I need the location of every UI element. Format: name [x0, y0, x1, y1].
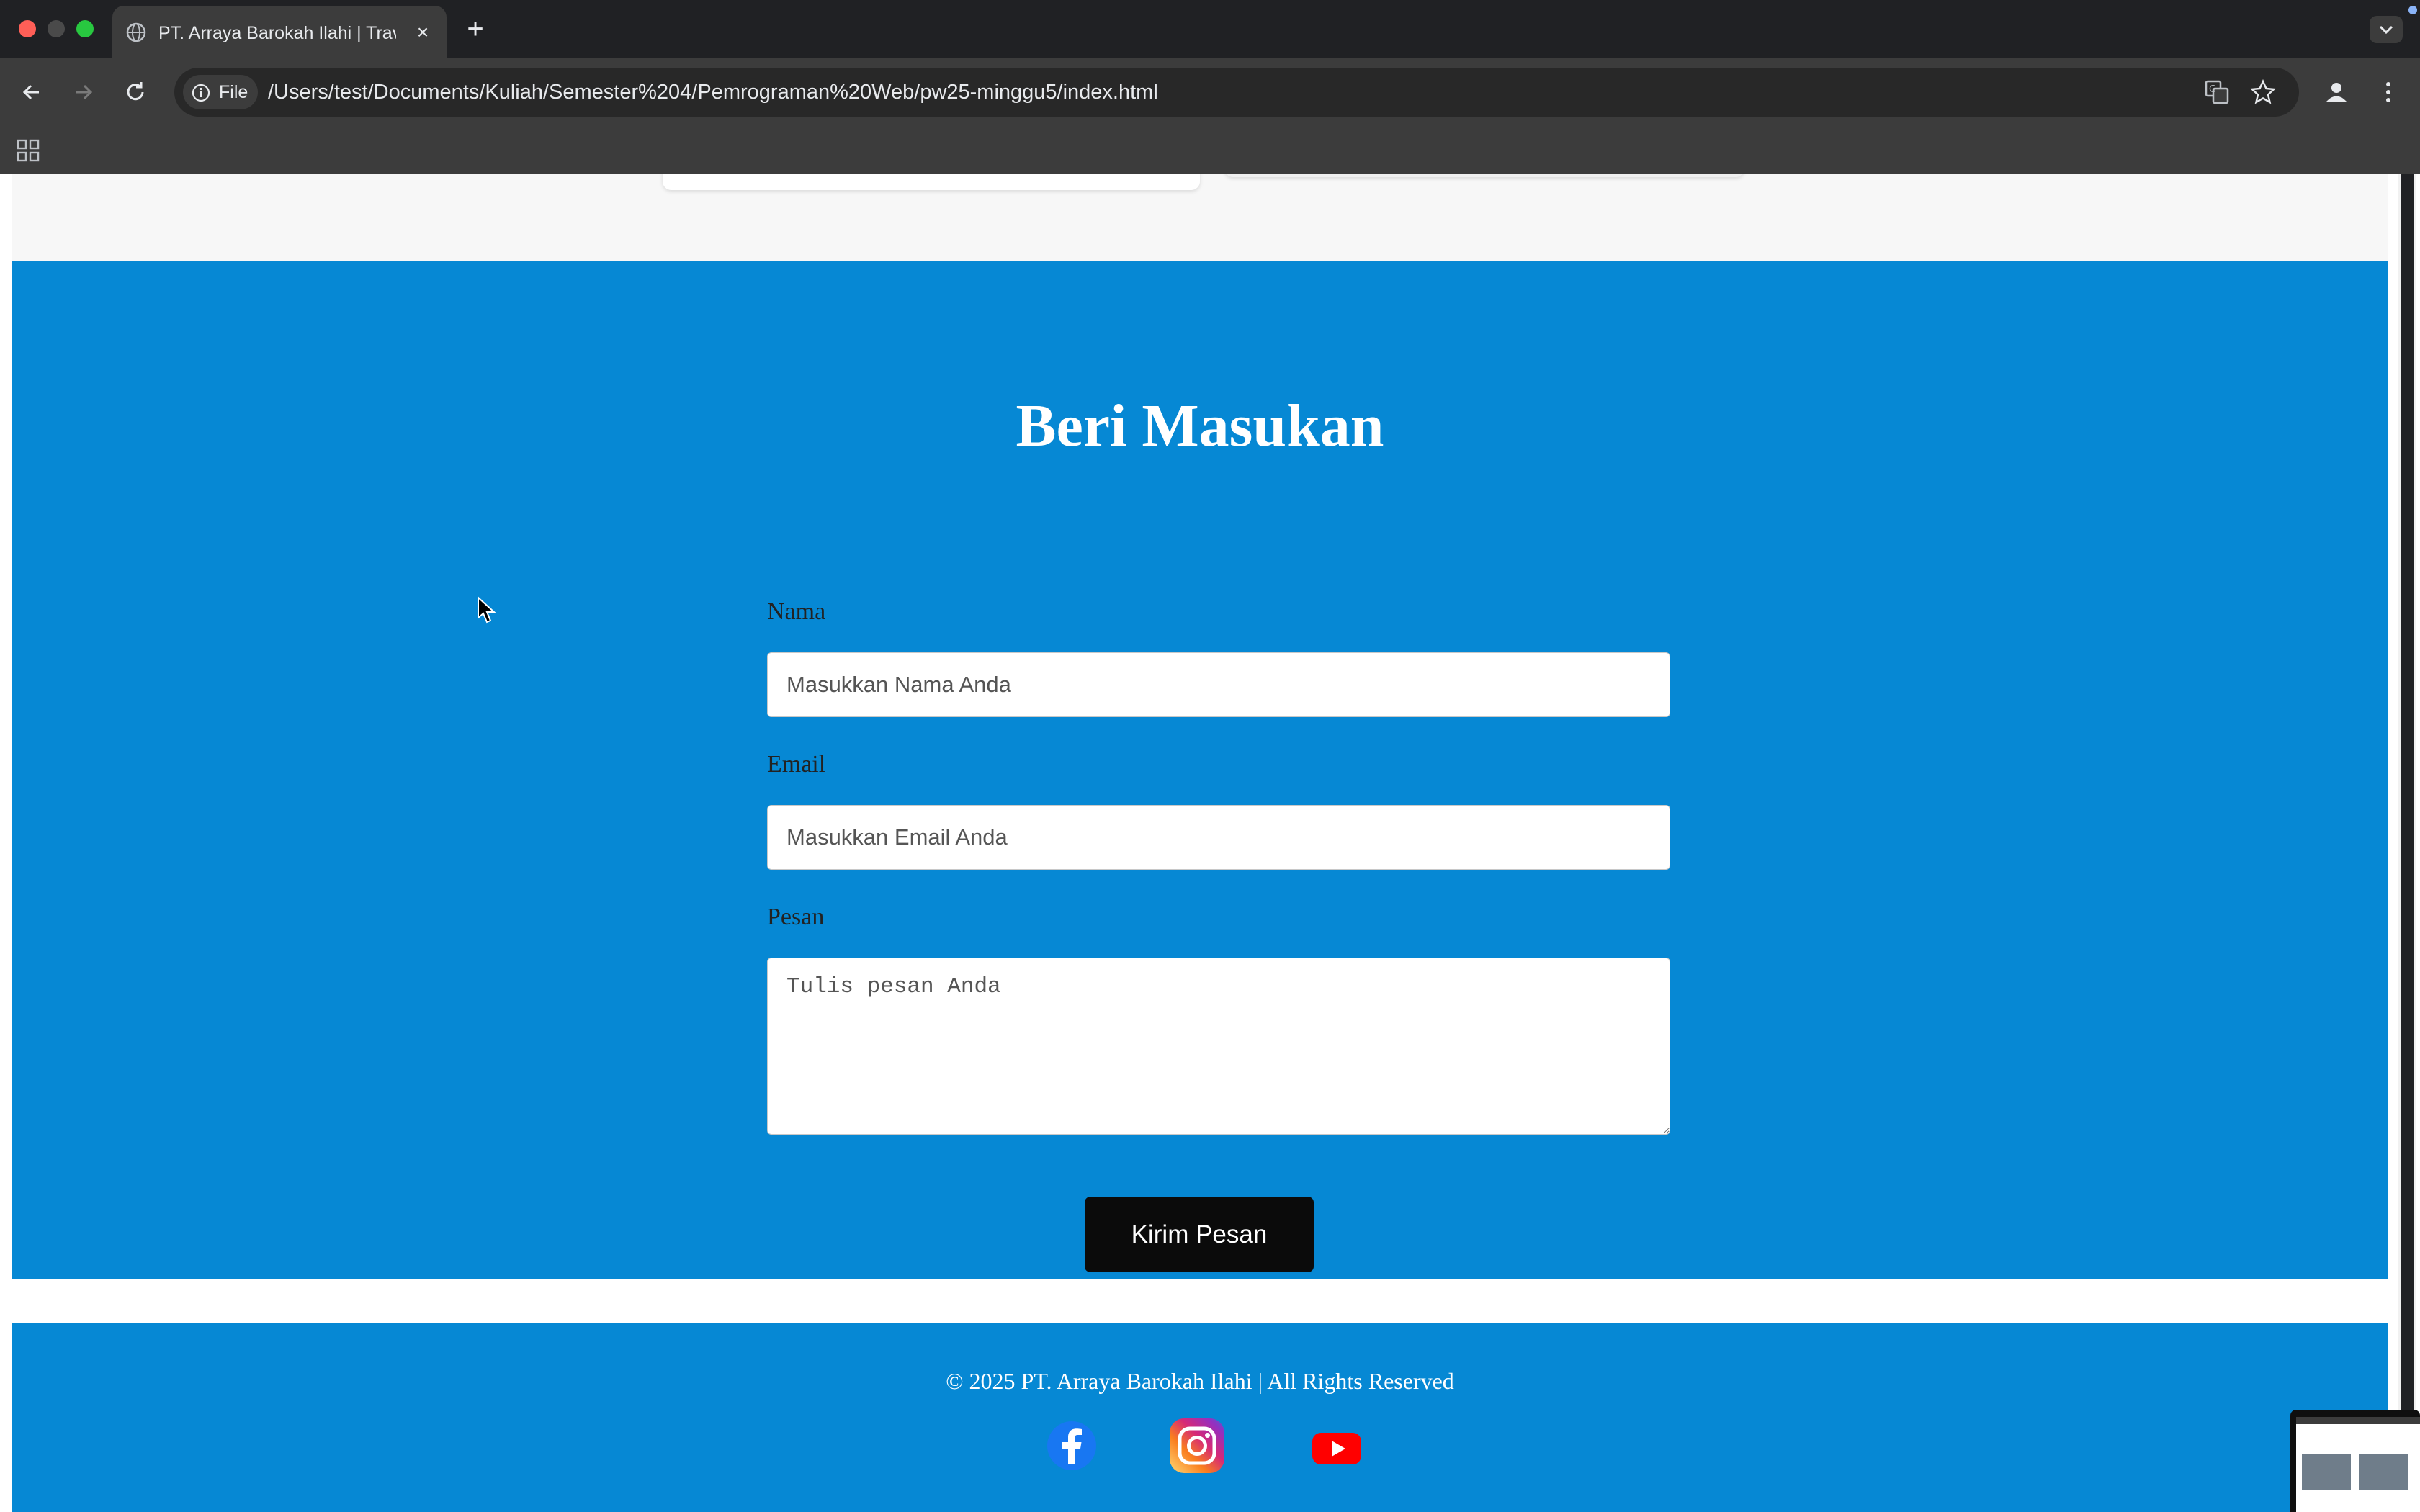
- tab-close-icon[interactable]: ×: [411, 20, 435, 45]
- youtube-icon[interactable]: [1308, 1417, 1366, 1475]
- facebook-icon[interactable]: [1043, 1417, 1101, 1475]
- apps-icon[interactable]: [16, 138, 40, 163]
- feedback-section: Beri Masukan Nama Email Pesan Kirim Pesa…: [12, 261, 2388, 1279]
- info-icon: [192, 84, 210, 102]
- notification-dot: [2408, 6, 2417, 14]
- message-textarea[interactable]: [767, 958, 1670, 1135]
- minimize-window-button[interactable]: [48, 20, 65, 37]
- email-label: Email: [767, 751, 826, 778]
- svg-text:G: G: [2209, 84, 2216, 95]
- url-text[interactable]: /Users/test/Documents/Kuliah/Semester%20…: [268, 68, 1158, 117]
- scrollbar-thumb[interactable]: [2401, 174, 2414, 1512]
- copyright-text: © 2025 PT. Arraya Barokah Ilahi | All Ri…: [946, 1368, 1454, 1394]
- close-window-button[interactable]: [19, 20, 36, 37]
- zoom-window-button[interactable]: [76, 20, 94, 37]
- tab-search-button[interactable]: [2370, 16, 2403, 43]
- instagram-icon[interactable]: [1168, 1417, 1226, 1475]
- profile-icon[interactable]: [2322, 78, 2351, 107]
- name-label: Nama: [767, 598, 826, 625]
- site-info-chip[interactable]: File: [183, 75, 258, 109]
- message-label: Pesan: [767, 904, 825, 930]
- preview-image: [2360, 1454, 2408, 1490]
- name-input[interactable]: [767, 652, 1670, 717]
- chip-label: File: [219, 82, 248, 102]
- address-bar[interactable]: File /Users/test/Documents/Kuliah/Semest…: [174, 68, 2299, 117]
- menu-icon[interactable]: [2377, 78, 2400, 107]
- tab-title: PT. Arraya Barokah Ilahi | Travel: [158, 23, 396, 43]
- translate-icon[interactable]: G: [2204, 79, 2230, 105]
- send-message-button[interactable]: Kirim Pesan: [1085, 1197, 1314, 1272]
- active-tab[interactable]: PT. Arraya Barokah Ilahi | Travel ×: [112, 6, 447, 58]
- reload-icon[interactable]: [121, 78, 150, 107]
- star-icon[interactable]: [2250, 79, 2276, 105]
- section-title: Beri Masukan: [1016, 392, 1384, 459]
- globe-icon: [126, 22, 146, 42]
- preview-chrome: [2296, 1417, 2420, 1424]
- previous-section: [12, 174, 2388, 261]
- back-icon[interactable]: [17, 78, 46, 107]
- screenshot-preview-thumbnail[interactable]: [2290, 1410, 2420, 1512]
- preview-image: [2302, 1454, 2351, 1490]
- tab-strip: PT. Arraya Barokah Ilahi | Travel × +: [0, 0, 2420, 58]
- chevron-down-icon: [2379, 25, 2393, 35]
- footer: © 2025 PT. Arraya Barokah Ilahi | All Ri…: [12, 1323, 2388, 1512]
- email-input[interactable]: [767, 805, 1670, 870]
- new-tab-button[interactable]: +: [461, 14, 490, 43]
- preview-page: [2296, 1417, 2420, 1512]
- mouse-cursor-icon: [478, 596, 496, 624]
- page-viewport: Beri Masukan Nama Email Pesan Kirim Pesa…: [0, 174, 2420, 1512]
- content-card: [663, 174, 1200, 190]
- forward-icon[interactable]: [69, 78, 98, 107]
- content-card: [1224, 174, 1744, 177]
- bookmarks-bar: [0, 127, 2420, 175]
